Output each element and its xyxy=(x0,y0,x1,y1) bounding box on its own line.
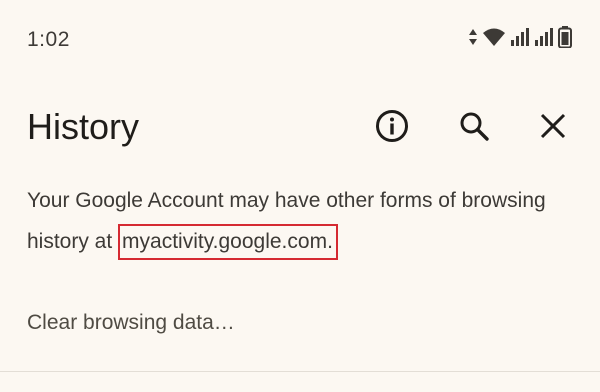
myactivity-link-suffix: . xyxy=(327,230,333,253)
myactivity-link[interactable]: myactivity.google.com. xyxy=(118,224,338,260)
myactivity-link-label: myactivity.google.com xyxy=(122,230,328,253)
status-icons xyxy=(468,26,572,48)
clear-browsing-data-button[interactable]: Clear browsing data… xyxy=(27,307,235,339)
wifi-icon xyxy=(482,27,506,47)
close-icon xyxy=(539,112,567,140)
divider xyxy=(0,371,600,372)
status-time: 1:02 xyxy=(27,28,70,51)
data-activity-icon xyxy=(468,28,478,46)
search-button[interactable] xyxy=(450,102,498,150)
search-icon xyxy=(458,110,490,142)
signal-icon xyxy=(510,28,530,46)
close-button[interactable] xyxy=(529,102,577,150)
info-icon xyxy=(375,109,409,143)
status-bar: 1:02 xyxy=(0,0,600,80)
battery-icon xyxy=(558,26,572,48)
app-bar: History xyxy=(0,96,600,156)
signal-icon-2 xyxy=(534,28,554,46)
info-button[interactable] xyxy=(368,102,416,150)
account-history-message: Your Google Account may have other forms… xyxy=(27,180,547,262)
page-title: History xyxy=(27,106,140,147)
